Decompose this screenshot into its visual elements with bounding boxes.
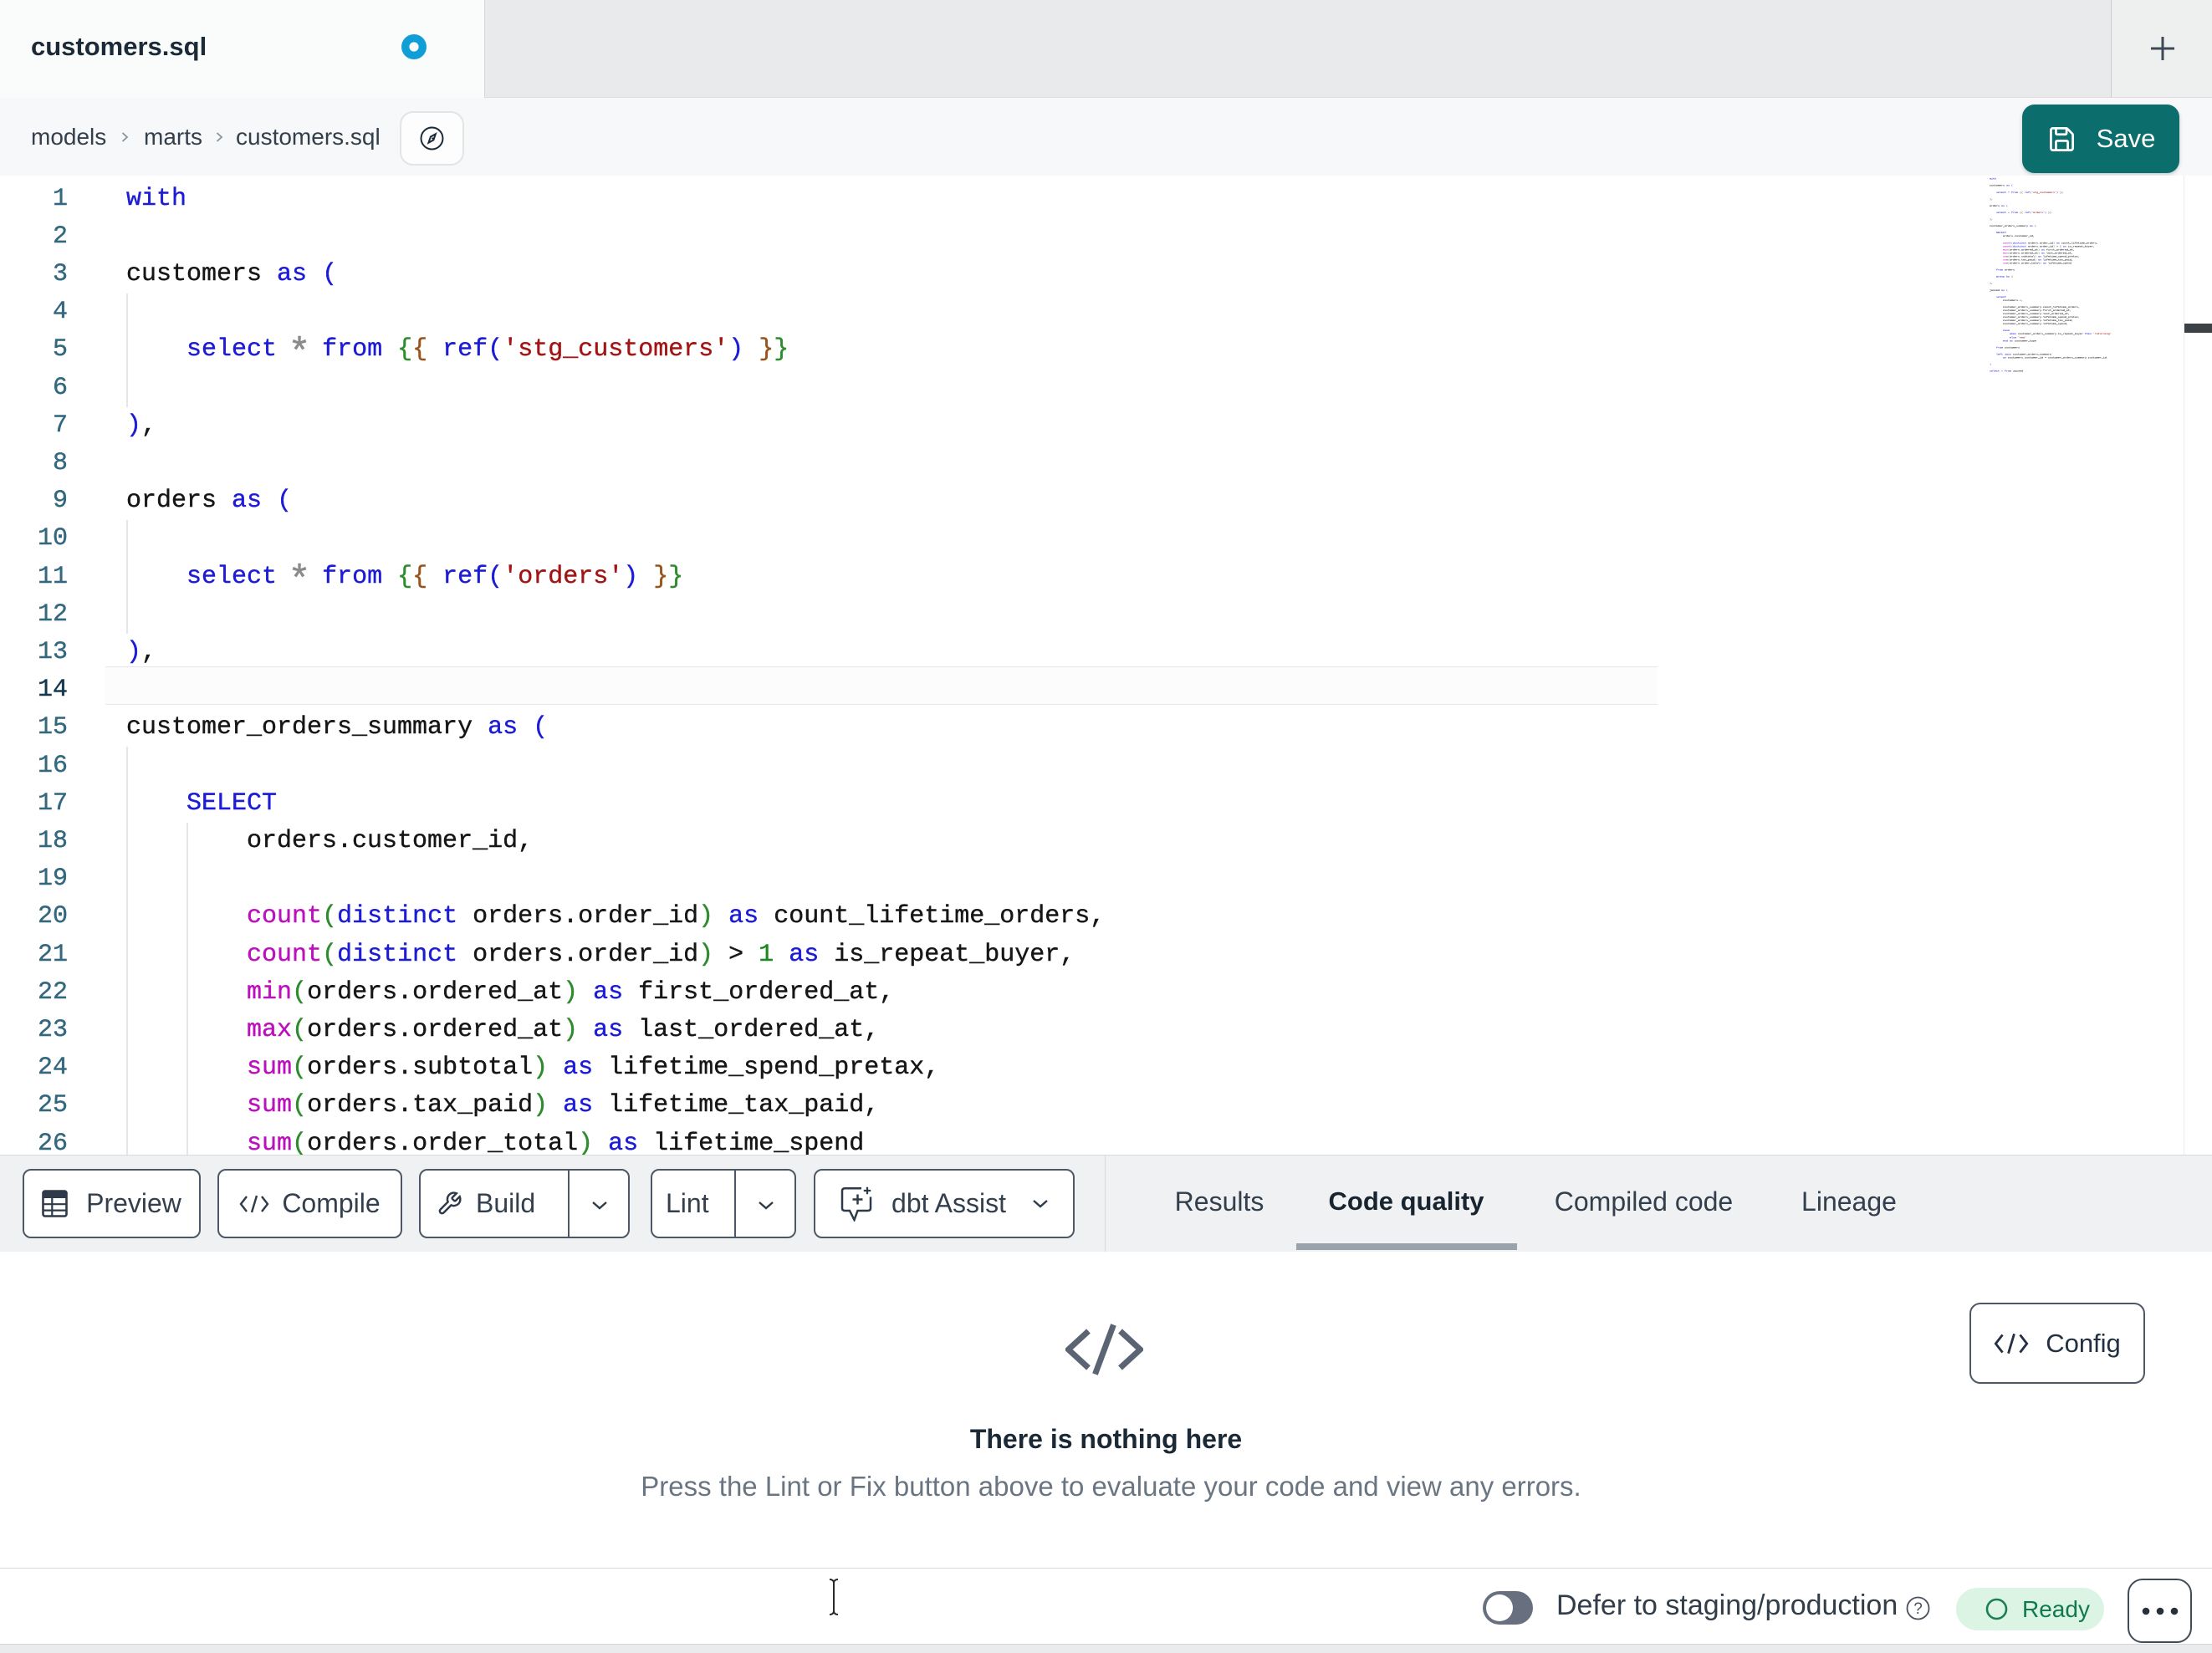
svg-text:?: ? — [1913, 1600, 1923, 1618]
